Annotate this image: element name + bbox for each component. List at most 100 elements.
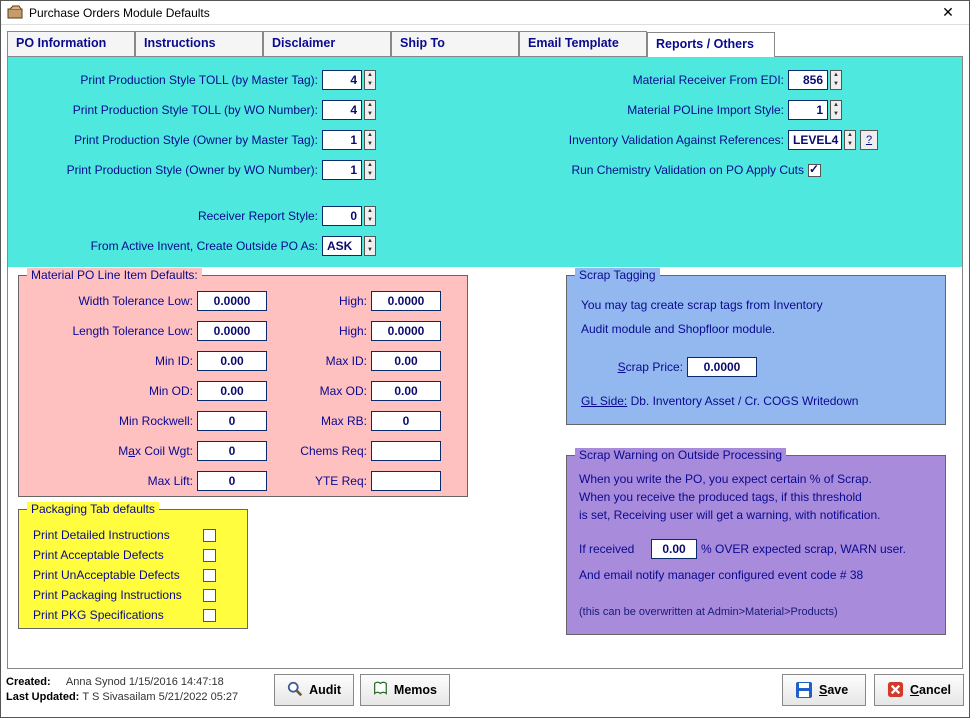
- create-outside-select[interactable]: ASK: [322, 236, 362, 256]
- scrap-tagging-line2: Audit module and Shopfloor module.: [581, 322, 931, 336]
- packaging-item-1-checkbox[interactable]: [203, 549, 216, 562]
- mat-recv-edi-input[interactable]: 856: [788, 70, 828, 90]
- mat-poimport-label: Material POLine Import Style:: [438, 103, 788, 117]
- tab-po-information[interactable]: PO Information: [7, 31, 135, 56]
- tab-body: Print Production Style TOLL (by Master T…: [7, 57, 963, 669]
- yte-req-input[interactable]: [371, 471, 441, 491]
- scrap-warning-title: Scrap Warning on Outside Processing: [575, 448, 786, 462]
- packaging-item-2-checkbox[interactable]: [203, 569, 216, 582]
- mat-poimport-spinner[interactable]: [830, 100, 842, 120]
- mat-recv-edi-label: Material Receiver From EDI:: [438, 73, 788, 87]
- max-rb-label: Max RB:: [267, 414, 371, 428]
- max-id-input[interactable]: 0.00: [371, 351, 441, 371]
- if-received-pre: If received: [579, 542, 651, 556]
- material-defaults-title: Material PO Line Item Defaults:: [27, 268, 202, 282]
- app-icon: [7, 5, 23, 21]
- prod-owner-master-spinner[interactable]: [364, 130, 376, 150]
- prod-toll-master-label: Print Production Style TOLL (by Master T…: [8, 73, 322, 87]
- scrap-warning-group: Scrap Warning on Outside Processing When…: [566, 455, 946, 635]
- prod-toll-master-spinner[interactable]: [364, 70, 376, 90]
- tab-instructions[interactable]: Instructions: [135, 31, 263, 56]
- min-rockwell-input[interactable]: 0: [197, 411, 267, 431]
- cancel-button-label: Cancel: [910, 683, 951, 697]
- footer-meta: Created: Anna Synod 1/15/2016 14:47:18 L…: [6, 675, 266, 705]
- title-bar: Purchase Orders Module Defaults ✕: [1, 1, 969, 25]
- scrap-price-input[interactable]: 0.0000: [687, 357, 757, 377]
- width-low-input[interactable]: 0.0000: [197, 291, 267, 311]
- receiver-style-spinner[interactable]: [364, 206, 376, 226]
- max-od-label: Max OD:: [267, 384, 371, 398]
- yte-req-label: YTE Req:: [267, 474, 371, 488]
- inv-valid-select[interactable]: LEVEL4: [788, 130, 842, 150]
- close-button[interactable]: ✕: [933, 4, 963, 21]
- packaging-item-3-checkbox[interactable]: [203, 589, 216, 602]
- max-od-input[interactable]: 0.00: [371, 381, 441, 401]
- receiver-style-input[interactable]: 0: [322, 206, 362, 226]
- audit-button[interactable]: Audit: [274, 674, 354, 706]
- max-coil-label: Max Coil Wgt:: [19, 444, 197, 458]
- packaging-item-3-label: Print Packaging Instructions: [33, 588, 203, 602]
- packaging-defaults-title: Packaging Tab defaults: [27, 502, 159, 516]
- width-low-label: Width Tolerance Low:: [19, 294, 197, 308]
- tab-disclaimer[interactable]: Disclaimer: [263, 31, 391, 56]
- inv-valid-spinner[interactable]: [844, 130, 856, 150]
- prod-owner-master-label: Print Production Style (Owner by Master …: [8, 133, 322, 147]
- prod-toll-master-input[interactable]: 4: [322, 70, 362, 90]
- max-lift-input[interactable]: 0: [197, 471, 267, 491]
- save-icon: [795, 681, 813, 699]
- packaging-item-0-checkbox[interactable]: [203, 529, 216, 542]
- prod-toll-wo-input[interactable]: 4: [322, 100, 362, 120]
- mat-recv-edi-spinner[interactable]: [830, 70, 842, 90]
- prod-toll-wo-spinner[interactable]: [364, 100, 376, 120]
- scrap-tagging-title: Scrap Tagging: [575, 268, 660, 282]
- prod-owner-wo-spinner[interactable]: [364, 160, 376, 180]
- packaging-item-4-checkbox[interactable]: [203, 609, 216, 622]
- scrap-warning-p1: When you write the PO, you expect certai…: [579, 472, 939, 486]
- create-outside-label: From Active Invent, Create Outside PO As…: [8, 239, 322, 253]
- memos-button[interactable]: Memos: [360, 674, 450, 706]
- packaging-item-0-label: Print Detailed Instructions: [33, 528, 203, 542]
- chems-req-input[interactable]: [371, 441, 441, 461]
- tab-reports-others[interactable]: Reports / Others: [647, 32, 775, 57]
- width-high-label: High:: [267, 294, 371, 308]
- scrap-tagging-group: Scrap Tagging You may tag create scrap t…: [566, 275, 946, 425]
- max-lift-label: Max Lift:: [19, 474, 197, 488]
- create-outside-spinner[interactable]: [364, 236, 376, 256]
- scrap-warning-p2: When you receive the produced tags, if t…: [579, 490, 939, 504]
- min-id-input[interactable]: 0.00: [197, 351, 267, 371]
- chems-req-label: Chems Req:: [267, 444, 371, 458]
- max-coil-input[interactable]: 0: [197, 441, 267, 461]
- audit-button-label: Audit: [309, 683, 341, 697]
- max-rb-input[interactable]: 0: [371, 411, 441, 431]
- receiver-style-label: Receiver Report Style:: [8, 209, 322, 223]
- prod-owner-master-input[interactable]: 1: [322, 130, 362, 150]
- scrap-warning-footnote: (this can be overwritten at Admin>Materi…: [579, 606, 939, 618]
- scrap-tagging-line1: You may tag create scrap tags from Inven…: [581, 298, 931, 312]
- length-high-input[interactable]: 0.0000: [371, 321, 441, 341]
- inv-valid-help-button[interactable]: ?: [860, 130, 878, 150]
- run-chem-checkbox[interactable]: [808, 164, 821, 177]
- run-chem-label: Run Chemistry Validation on PO Apply Cut…: [438, 163, 808, 177]
- packaging-item-2-label: Print UnAcceptable Defects: [33, 568, 203, 582]
- min-od-input[interactable]: 0.00: [197, 381, 267, 401]
- tab-ship-to[interactable]: Ship To: [391, 31, 519, 56]
- min-rockwell-label: Min Rockwell:: [19, 414, 197, 428]
- magnifier-icon: [287, 681, 303, 699]
- length-low-input[interactable]: 0.0000: [197, 321, 267, 341]
- tab-email-template[interactable]: Email Template: [519, 31, 647, 56]
- prod-owner-wo-label: Print Production Style (Owner by WO Numb…: [8, 163, 322, 177]
- width-high-input[interactable]: 0.0000: [371, 291, 441, 311]
- footer-bar: Created: Anna Synod 1/15/2016 14:47:18 L…: [6, 668, 964, 712]
- scrap-price-label: Scrap Price:: [607, 360, 687, 374]
- mat-poimport-input[interactable]: 1: [788, 100, 828, 120]
- prod-owner-wo-input[interactable]: 1: [322, 160, 362, 180]
- prod-toll-wo-label: Print Production Style TOLL (by WO Numbe…: [8, 103, 322, 117]
- scrap-warning-p3: is set, Receiving user will get a warnin…: [579, 508, 939, 522]
- save-button[interactable]: Save: [782, 674, 866, 706]
- cancel-button[interactable]: Cancel: [874, 674, 964, 706]
- max-id-label: Max ID:: [267, 354, 371, 368]
- packaging-defaults-group: Packaging Tab defaults Print Detailed In…: [18, 509, 248, 629]
- if-received-input[interactable]: 0.00: [651, 539, 697, 559]
- min-od-label: Min OD:: [19, 384, 197, 398]
- min-id-label: Min ID:: [19, 354, 197, 368]
